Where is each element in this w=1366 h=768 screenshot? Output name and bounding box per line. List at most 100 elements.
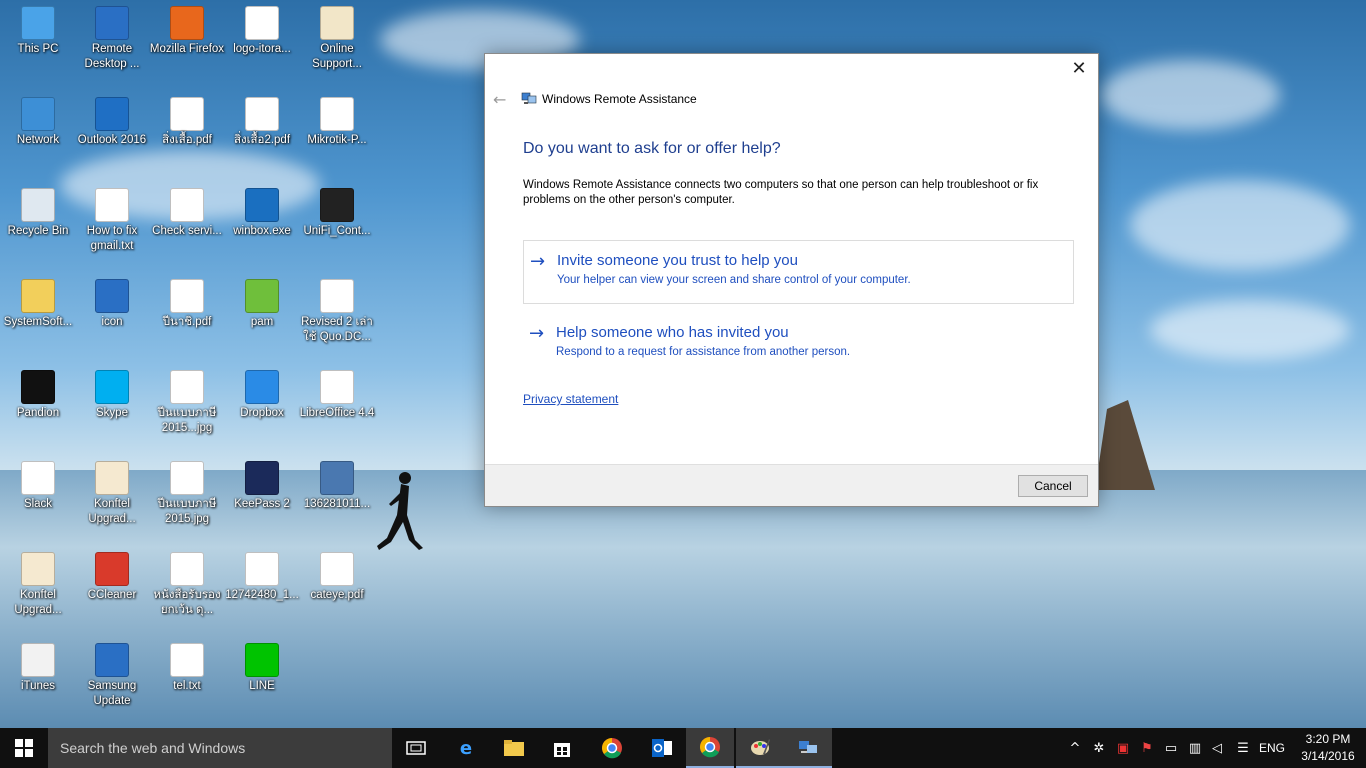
- edge-icon[interactable]: e: [442, 728, 490, 768]
- search-box[interactable]: Search the web and Windows: [48, 728, 392, 768]
- desktop-icon[interactable]: Outlook 2016: [74, 97, 150, 148]
- option-title: Help someone who has invited you: [556, 324, 789, 341]
- help-someone-option[interactable]: → Help someone who has invited you Respo…: [523, 313, 1074, 377]
- desktop-icon[interactable]: icon: [74, 279, 150, 330]
- keyboard-icon[interactable]: ▭: [1160, 728, 1182, 768]
- option-subtitle: Respond to a request for assistance from…: [556, 346, 851, 358]
- desktop-icon[interactable]: Skype: [74, 370, 150, 421]
- desktop-icon-label: Samsung Update: [87, 680, 137, 707]
- desktop-icon[interactable]: หนังสือรับรองยกเว้น ดุ...: [149, 552, 225, 618]
- desktop-icon[interactable]: iTunes: [0, 643, 76, 694]
- desktop-icon[interactable]: Slack: [0, 461, 76, 512]
- desktop-icon-label: Remote Desktop ...: [84, 43, 140, 70]
- desktop-icon[interactable]: 12742480_1...: [224, 552, 300, 603]
- desktop-icon[interactable]: Mikrotik-P...: [299, 97, 375, 148]
- desktop-icon-label: icon: [101, 316, 123, 328]
- image-file-icon: [170, 370, 204, 404]
- desktop-icon-label: ปีนแบบภาษี 2015...jpg: [157, 407, 217, 434]
- security-icon[interactable]: ▣: [1112, 728, 1134, 768]
- remote-assistance-icon[interactable]: [784, 728, 832, 768]
- gear-icon[interactable]: ✲: [1088, 728, 1110, 768]
- desktop-icon-label: tel.txt: [173, 680, 201, 692]
- store-icon[interactable]: [538, 728, 586, 768]
- desktop-icon-label: Konftel Upgrad...: [88, 498, 136, 525]
- folder-icon: [21, 279, 55, 313]
- action-center-icon[interactable]: ☰: [1232, 728, 1254, 768]
- desktop-icon-label: SystemSoft...: [3, 316, 73, 328]
- desktop-icon[interactable]: Online Support...: [299, 6, 375, 72]
- file-explorer-icon[interactable]: [490, 728, 538, 768]
- chrome-icon[interactable]: [588, 728, 636, 768]
- document-icon: [320, 279, 354, 313]
- desktop-icon[interactable]: Dropbox: [224, 370, 300, 421]
- desktop-icon[interactable]: Konftel Upgrad...: [74, 461, 150, 527]
- flag-icon[interactable]: ⚑: [1136, 728, 1158, 768]
- language-indicator[interactable]: ENG: [1256, 728, 1288, 768]
- desktop-icon[interactable]: Konftel Upgrad...: [0, 552, 76, 618]
- desktop-icon[interactable]: ปีนแบบภาษี 2015.jpg: [149, 461, 225, 527]
- desktop-icon-label: Recycle Bin: [7, 225, 69, 237]
- desktop-icon[interactable]: Network: [0, 97, 76, 148]
- desktop-icon[interactable]: Recycle Bin: [0, 188, 76, 239]
- network-icon[interactable]: ▥: [1184, 728, 1206, 768]
- desktop-icon[interactable]: ปีนาชิ.pdf: [149, 279, 225, 330]
- desktop-icon[interactable]: 136281011...: [299, 461, 375, 512]
- text-file-icon: [170, 643, 204, 677]
- privacy-statement-link[interactable]: Privacy statement: [523, 392, 618, 406]
- desktop-icon[interactable]: CCleaner: [74, 552, 150, 603]
- desktop-icon[interactable]: SystemSoft...: [0, 279, 76, 330]
- rock-formation: [1095, 400, 1155, 490]
- clock-date: 3/14/2016: [1301, 749, 1355, 763]
- start-button[interactable]: [0, 728, 48, 768]
- clock[interactable]: 3:20 PM 3/14/2016: [1298, 731, 1358, 765]
- back-arrow-icon[interactable]: ←: [493, 90, 506, 109]
- desktop-icon[interactable]: LINE: [224, 643, 300, 694]
- desktop-icon[interactable]: Mozilla Firefox: [149, 6, 225, 57]
- invite-helper-option[interactable]: → Invite someone you trust to help you Y…: [523, 240, 1074, 304]
- desktop-icon[interactable]: LibreOffice 4.4: [299, 370, 375, 421]
- arrow-right-icon: →: [530, 251, 546, 272]
- desktop-icon[interactable]: winbox.exe: [224, 188, 300, 239]
- desktop-icon[interactable]: สิ่งเสื้อ2.pdf: [224, 97, 300, 148]
- desktop-icon[interactable]: Pandion: [0, 370, 76, 421]
- desktop-icon[interactable]: สิ่งเสื้อ.pdf: [149, 97, 225, 148]
- recycle-bin-icon: [21, 188, 55, 222]
- desktop-icon[interactable]: Remote Desktop ...: [74, 6, 150, 72]
- image-file-icon: [170, 461, 204, 495]
- desktop-icon[interactable]: pam: [224, 279, 300, 330]
- desktop-icon[interactable]: This PC: [0, 6, 76, 57]
- chevron-up-icon[interactable]: ^: [1066, 728, 1084, 768]
- desktop-icon[interactable]: Check servi...: [149, 188, 225, 239]
- outlook-icon[interactable]: [638, 728, 686, 768]
- chrome-icon[interactable]: [686, 728, 734, 768]
- desktop-icon-label: Pandion: [16, 407, 60, 419]
- dropbox-icon: [245, 370, 279, 404]
- paint-icon[interactable]: [736, 728, 784, 768]
- close-button[interactable]: ✕: [1068, 58, 1090, 80]
- document-icon: [170, 552, 204, 586]
- desktop-icon[interactable]: Revised 2 เล่าใช้ Quo.DC...: [299, 279, 375, 345]
- volume-icon[interactable]: ◁: [1206, 728, 1228, 768]
- desktop-icon-label: UniFi_Cont...: [303, 225, 371, 237]
- desktop-icon-label: How to fix gmail.txt: [86, 225, 138, 252]
- desktop-icon[interactable]: Samsung Update: [74, 643, 150, 709]
- desktop-icon[interactable]: KeePass 2: [224, 461, 300, 512]
- cancel-button[interactable]: Cancel: [1018, 475, 1088, 497]
- desktop-icon[interactable]: logo-itora...: [224, 6, 300, 57]
- desktop-icon-label: Revised 2 เล่าใช้ Quo.DC...: [301, 316, 373, 343]
- desktop-icon[interactable]: UniFi_Cont...: [299, 188, 375, 239]
- desktop-icon[interactable]: ปีนแบบภาษี 2015...jpg: [149, 370, 225, 436]
- firefox-icon: [170, 6, 204, 40]
- pdf-file-icon: [320, 552, 354, 586]
- desktop-icon-label: Skype: [96, 407, 128, 419]
- dialog-footer: Cancel: [485, 464, 1098, 506]
- desktop-icon[interactable]: tel.txt: [149, 643, 225, 694]
- task-view-icon[interactable]: [392, 728, 440, 768]
- desktop-icon-label: LINE: [249, 680, 275, 692]
- text-file-icon: [95, 188, 129, 222]
- desktop-icon[interactable]: How to fix gmail.txt: [74, 188, 150, 254]
- cloud: [1150, 300, 1350, 360]
- desktop-icon[interactable]: cateye.pdf: [299, 552, 375, 603]
- desktop-icon-label: cateye.pdf: [310, 589, 364, 601]
- desktop-icon-label: Mozilla Firefox: [149, 43, 225, 55]
